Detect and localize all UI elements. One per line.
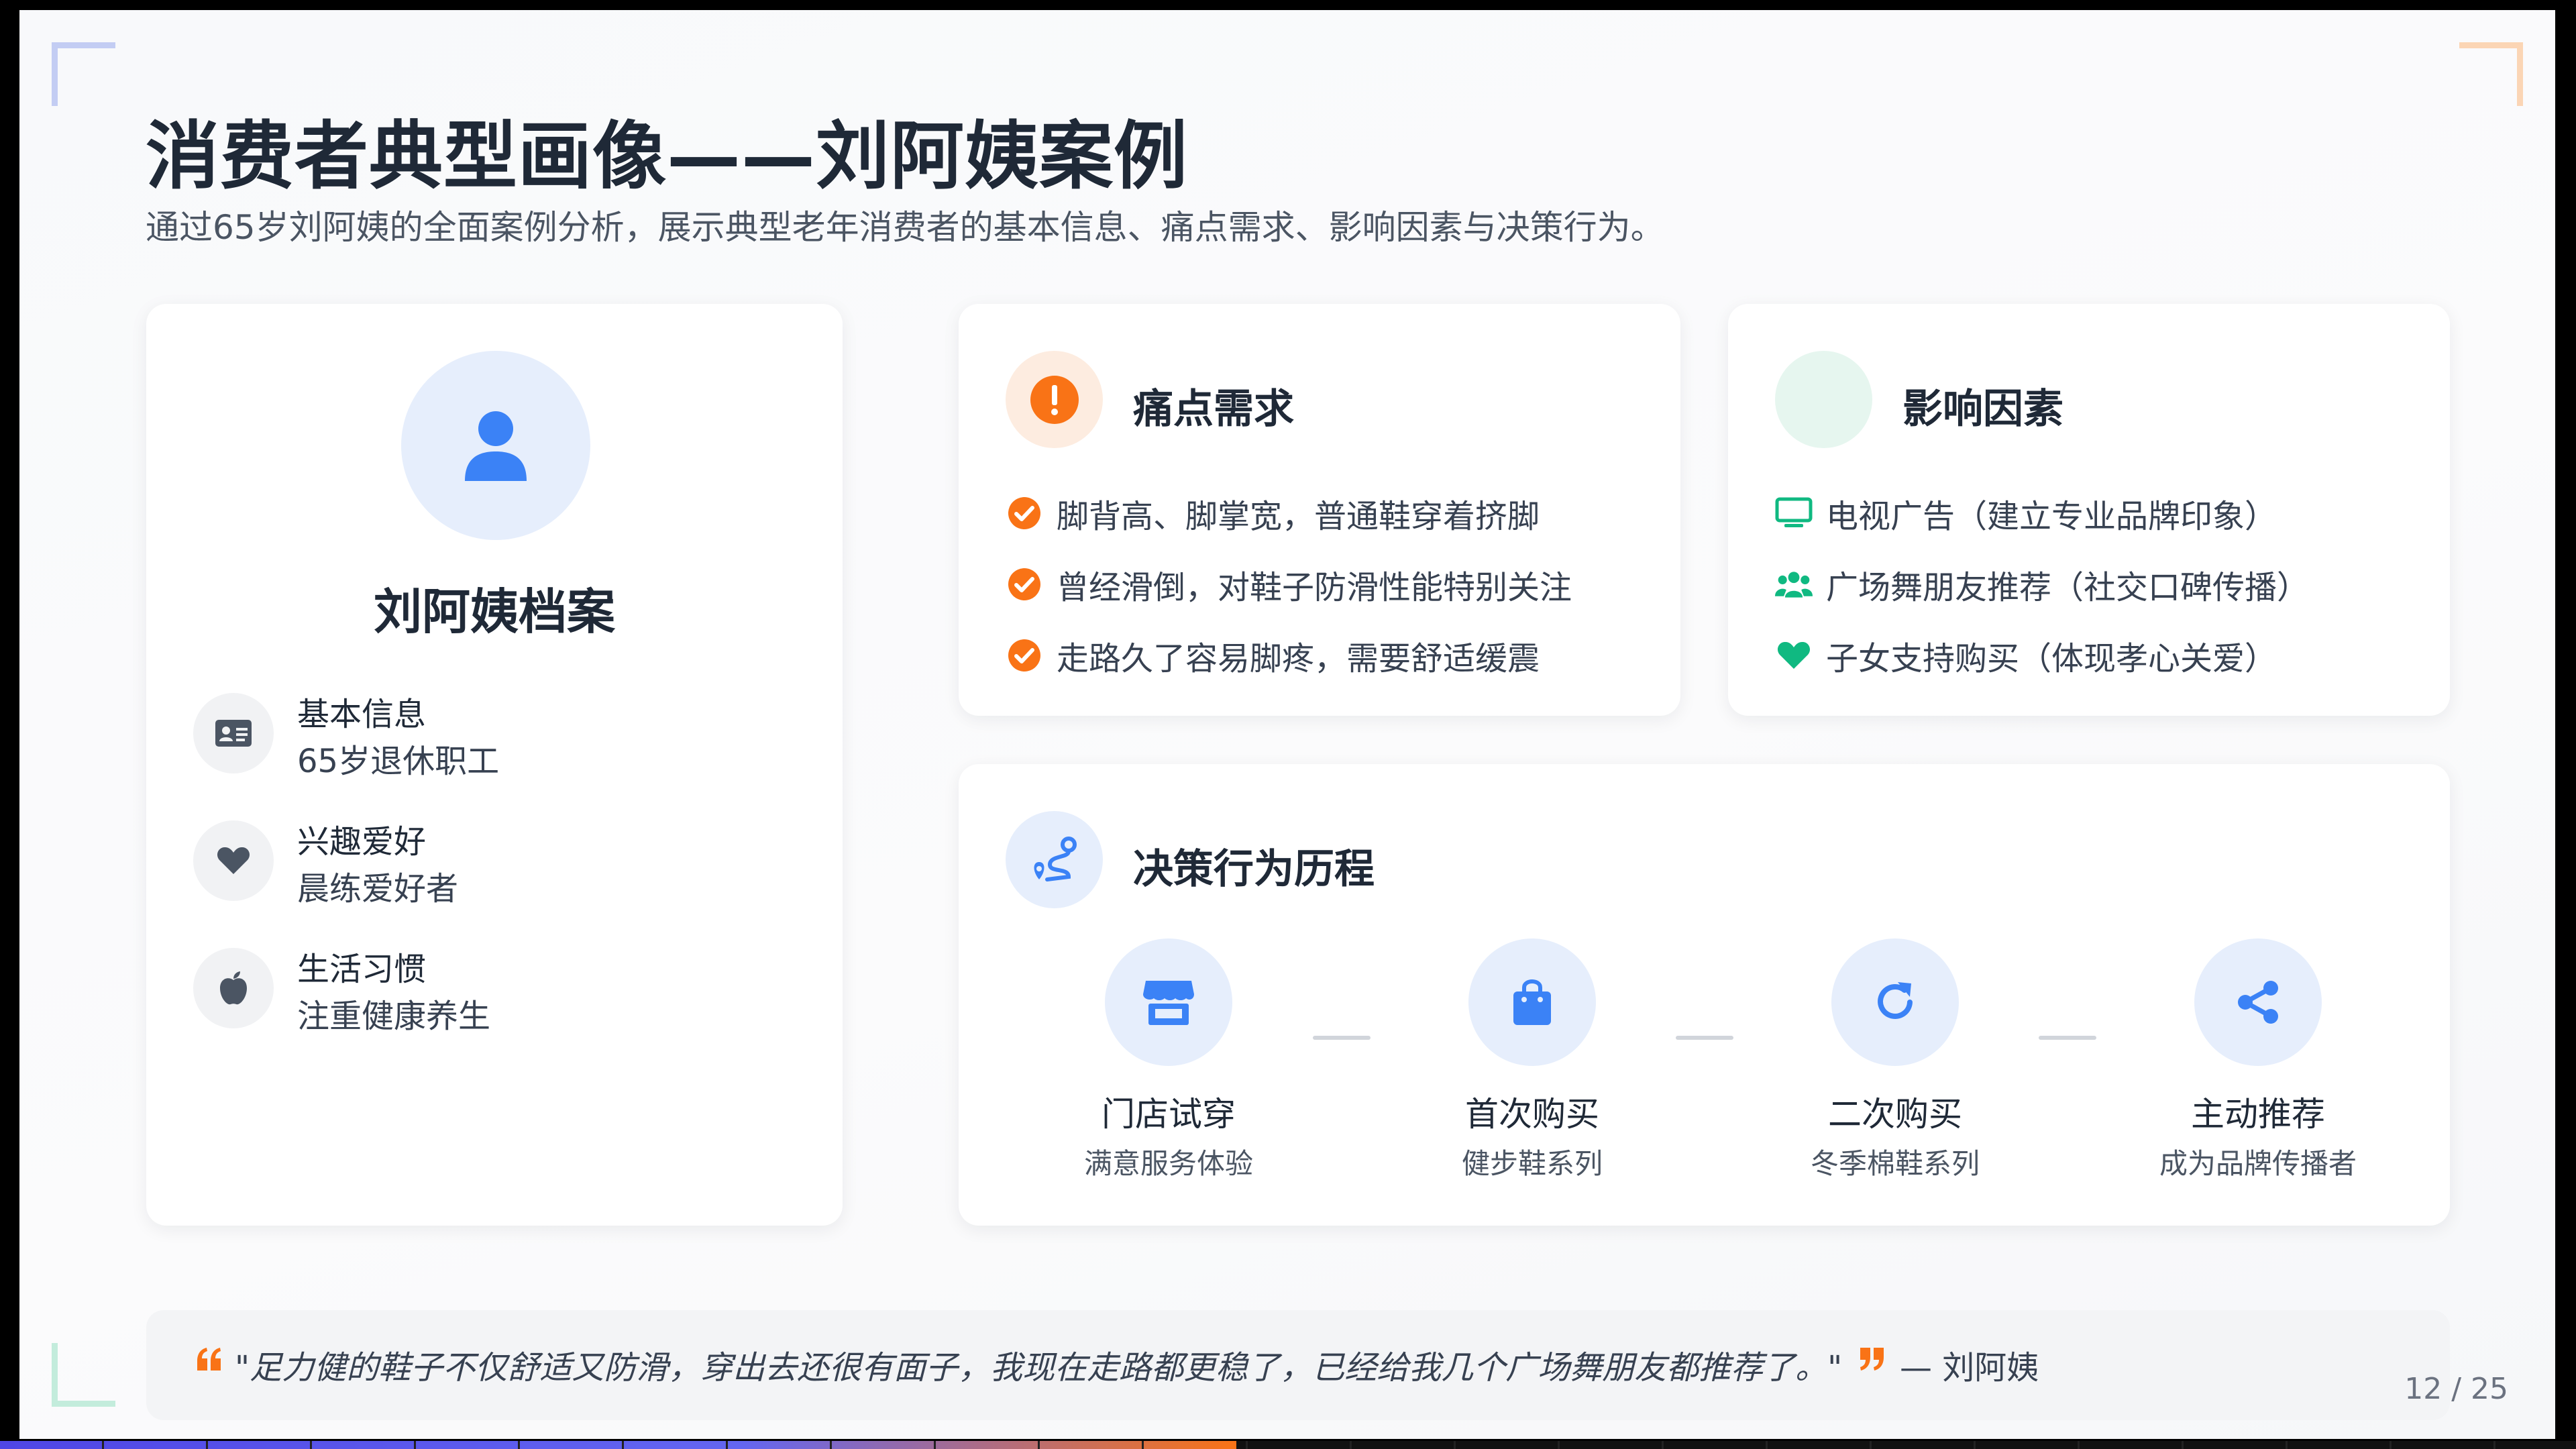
- factor-item: 广场舞朋友推荐（社交口碑传播）: [1775, 557, 2309, 611]
- profile-item-value: 65岁退休职工: [297, 743, 500, 780]
- route-icon: [1006, 811, 1103, 908]
- check-circle-icon: [1006, 637, 1043, 674]
- id-card-icon: [193, 693, 274, 773]
- corner-decoration-top-left: [52, 42, 115, 106]
- step-connector: [2039, 1036, 2096, 1040]
- heart-icon: [193, 820, 274, 901]
- tv-icon: [1775, 494, 1813, 532]
- decision-step-title: 主动推荐: [2191, 1095, 2325, 1134]
- corner-decoration-bottom-left: [52, 1343, 115, 1407]
- quote-open-icon: [196, 1348, 223, 1373]
- decision-step: 门店试穿 满意服务体验: [1055, 938, 1283, 1182]
- decision-process-card: 决策行为历程 门店试穿 满意服务体验 首次购买 健步鞋系列 二次购买 冬季棉鞋系…: [959, 764, 2450, 1226]
- pain-points-title: 痛点需求: [1133, 386, 1294, 433]
- step-connector: [1676, 1036, 1733, 1040]
- pain-points-card: 痛点需求 脚背高、脚掌宽，普通鞋穿着挤脚 曾经滑倒，对鞋子防滑性能特别关注 走路…: [959, 304, 1680, 716]
- store-icon: [1105, 938, 1232, 1066]
- decision-step: 主动推荐 成为品牌传播者: [2144, 938, 2372, 1182]
- check-circle-icon: [1006, 494, 1043, 532]
- check-circle-icon: [1006, 566, 1043, 603]
- pain-point-text: 走路久了容易脚疼，需要舒适缓震: [1057, 640, 1540, 678]
- step-connector: [1313, 1036, 1371, 1040]
- quote-text: "足力健的鞋子不仅舒适又防滑，穿出去还很有面子，我现在走路都更稳了，已经给我几个…: [235, 1349, 1843, 1387]
- profile-card: 刘阿姨档案 基本信息 65岁退休职工 兴趣爱好 晨练爱好者 生活习惯 注重健康养…: [146, 304, 843, 1226]
- heart-icon: [1775, 637, 1813, 674]
- decision-step-desc: 冬季棉鞋系列: [1810, 1147, 1980, 1180]
- profile-item-label: 兴趣爱好: [297, 823, 427, 861]
- slide-subtitle: 通过65岁刘阿姨的全面案例分析，展示典型老年消费者的基本信息、痛点需求、影响因素…: [146, 208, 1664, 247]
- factor-text: 子女支持购买（体现孝心关爱）: [1826, 640, 2277, 678]
- redo-icon: [1831, 938, 1959, 1066]
- factors-icon: [1775, 351, 1872, 448]
- shopping-bag-icon: [1468, 938, 1596, 1066]
- decision-step-title: 二次购买: [1828, 1095, 1962, 1134]
- users-icon: [1775, 566, 1813, 603]
- slide: 消费者典型画像——刘阿姨案例 通过65岁刘阿姨的全面案例分析，展示典型老年消费者…: [19, 10, 2555, 1439]
- decision-step: 二次购买 冬季棉鞋系列: [1781, 938, 2009, 1182]
- share-icon: [2194, 938, 2322, 1066]
- page-number: 12 / 25: [2404, 1372, 2508, 1406]
- exclamation-circle-icon: [1006, 351, 1103, 448]
- decision-step-title: 首次购买: [1465, 1095, 1599, 1134]
- pain-point-text: 曾经滑倒，对鞋子防滑性能特别关注: [1057, 569, 1572, 606]
- quote-close-icon: [1858, 1348, 1885, 1373]
- pain-point-item: 曾经滑倒，对鞋子防滑性能特别关注: [1006, 557, 1572, 611]
- corner-decoration-top-right: [2459, 42, 2523, 106]
- profile-item-label: 生活习惯: [297, 951, 427, 988]
- pain-point-text: 脚背高、脚掌宽，普通鞋穿着挤脚: [1057, 498, 1540, 535]
- decision-step-title: 门店试穿: [1102, 1095, 1236, 1134]
- decision-step: 首次购买 健步鞋系列: [1418, 938, 1646, 1182]
- decision-process-title: 决策行为历程: [1133, 846, 1375, 893]
- profile-item-label: 基本信息: [297, 696, 427, 733]
- factor-text: 广场舞朋友推荐（社交口碑传播）: [1826, 569, 2310, 606]
- profile-item-value: 注重健康养生: [297, 998, 491, 1035]
- pain-point-item: 走路久了容易脚疼，需要舒适缓震: [1006, 629, 1540, 682]
- quote-author: — 刘阿姨: [1900, 1349, 2039, 1387]
- slide-progress-ticks: [0, 1441, 2576, 1449]
- factor-item: 电视广告（建立专业品牌印象）: [1775, 486, 2277, 540]
- influence-factors-title: 影响因素: [1902, 386, 2063, 433]
- slide-progress-bar: [0, 1441, 2576, 1449]
- profile-title: 刘阿姨档案: [373, 584, 615, 640]
- decision-step-desc: 成为品牌传播者: [2159, 1147, 2357, 1180]
- influence-factors-card: 影响因素 电视广告（建立专业品牌印象） 广场舞朋友推荐（社交口碑传播） 子女支持…: [1728, 304, 2450, 716]
- pain-point-item: 脚背高、脚掌宽，普通鞋穿着挤脚: [1006, 486, 1540, 540]
- testimonial-quote: "足力健的鞋子不仅舒适又防滑，穿出去还很有面子，我现在走路都更稳了，已经给我几个…: [146, 1310, 2450, 1420]
- profile-item-value: 晨练爱好者: [297, 870, 459, 908]
- factor-item: 子女支持购买（体现孝心关爱）: [1775, 629, 2277, 682]
- decision-step-desc: 满意服务体验: [1083, 1147, 1253, 1180]
- apple-icon: [193, 948, 274, 1028]
- user-icon: [401, 351, 590, 540]
- factor-text: 电视广告（建立专业品牌印象）: [1826, 498, 2277, 535]
- slide-title: 消费者典型画像——刘阿姨案例: [146, 113, 1188, 199]
- decision-step-desc: 健步鞋系列: [1461, 1147, 1603, 1180]
